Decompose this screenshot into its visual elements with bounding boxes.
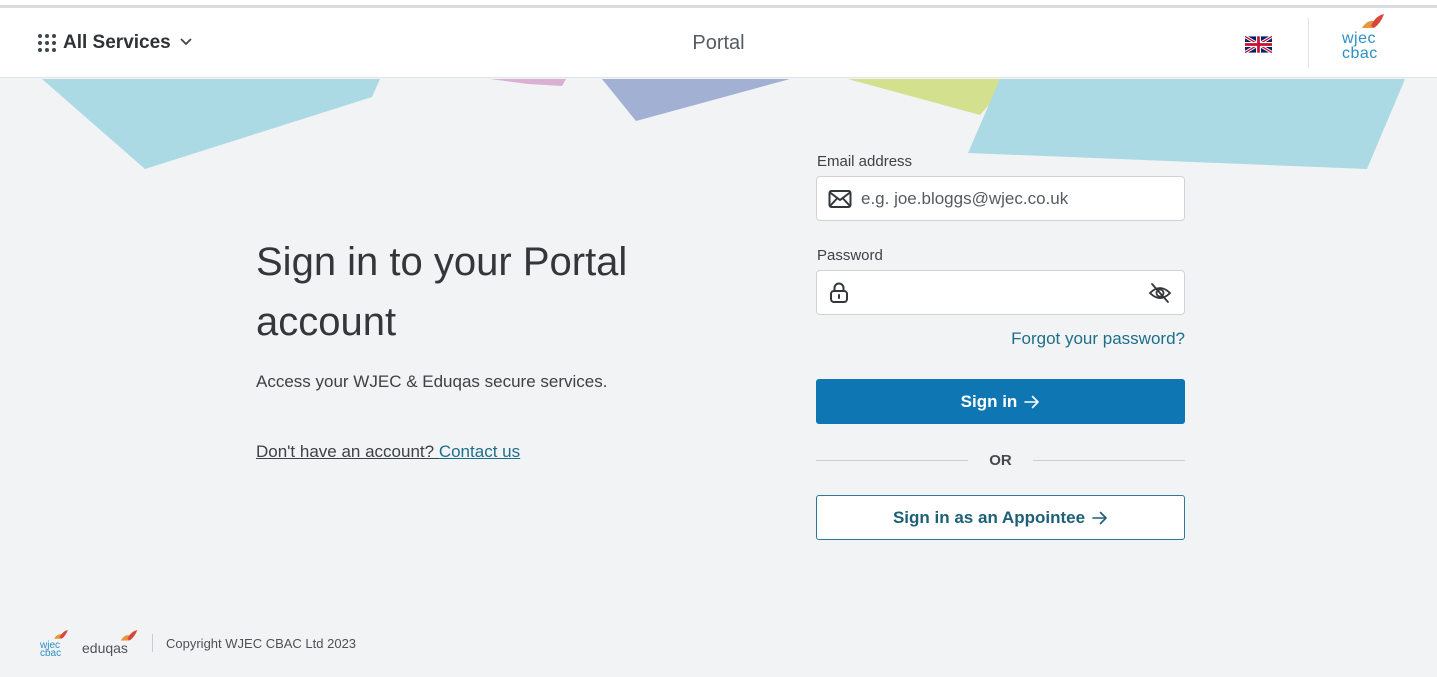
logo-bird-icon xyxy=(1362,14,1384,28)
site-header: All Services Portal wjec cbac xyxy=(0,8,1437,78)
logo-text-cbac: cbac xyxy=(1342,45,1378,62)
shape-purple xyxy=(602,79,790,121)
email-field-wrapper[interactable] xyxy=(816,176,1185,221)
header-divider xyxy=(1308,18,1309,68)
eye-off-icon[interactable] xyxy=(1148,282,1172,304)
page-title: Sign in to your Portal account xyxy=(256,240,628,344)
appointee-label: Sign in as an Appointee xyxy=(892,507,1086,527)
footer-cbac-text: cbac xyxy=(40,648,62,659)
site-footer: wjec cbac eduqas Copyright WJEC CBAC Ltd… xyxy=(40,628,357,659)
all-services-menu[interactable]: All Services xyxy=(38,32,192,54)
arrow-right-icon xyxy=(1024,395,1040,408)
shape-blue-left xyxy=(42,79,380,169)
footer-wjec-bird-icon xyxy=(54,630,68,639)
sign-in-label: Sign in xyxy=(960,391,1018,411)
footer-eduqas-text: eduqas xyxy=(82,640,128,656)
forgot-password-link[interactable]: Forgot your password? xyxy=(1011,329,1185,349)
apps-grid-icon xyxy=(38,34,56,52)
footer-wjec-logo[interactable]: wjec cbac xyxy=(40,630,68,659)
no-account-text: Don't have an account? xyxy=(256,442,435,461)
decorative-background-shapes xyxy=(42,79,1405,169)
sign-in-button[interactable]: Sign in xyxy=(816,379,1185,424)
footer-eduqas-logo[interactable]: eduqas xyxy=(82,630,140,656)
email-input[interactable] xyxy=(861,177,1141,220)
or-divider: OR xyxy=(816,451,1185,471)
wjec-cbac-logo[interactable]: wjec cbac xyxy=(1340,14,1388,72)
sign-in-appointee-button[interactable]: Sign in as an Appointee xyxy=(816,495,1185,540)
copyright-text: Copyright WJEC CBAC Ltd 2023 xyxy=(166,635,357,651)
all-services-label: All Services xyxy=(63,32,171,53)
shape-blue-right xyxy=(968,79,1405,169)
uk-flag-icon[interactable] xyxy=(1245,36,1272,53)
chevron-down-icon xyxy=(180,38,192,45)
contact-us-link[interactable]: Contact us xyxy=(439,442,520,461)
top-border xyxy=(0,0,1437,8)
arrow-right-icon xyxy=(1092,511,1107,524)
envelope-icon xyxy=(828,190,852,208)
shape-pink xyxy=(490,79,566,86)
no-account-line: Don't have an account? Contact us xyxy=(256,442,520,462)
password-label: Password xyxy=(817,247,883,264)
page-header-title: Portal xyxy=(692,32,745,54)
password-field-wrapper[interactable] xyxy=(816,270,1185,315)
logo-text-wjec: wjec xyxy=(1342,30,1377,47)
password-input[interactable] xyxy=(861,271,1141,314)
email-label: Email address xyxy=(817,153,913,170)
or-line-right xyxy=(1033,460,1185,461)
page-subtitle: Access your WJEC & Eduqas secure service… xyxy=(256,372,608,391)
lock-icon xyxy=(830,282,848,303)
footer-divider xyxy=(152,634,153,652)
